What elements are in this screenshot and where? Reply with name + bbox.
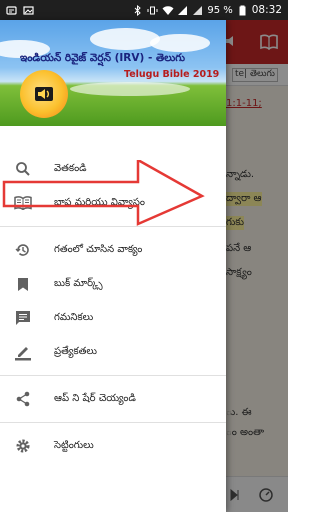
history-icon <box>14 241 32 259</box>
drawer-menu: వెతకండి భాష మరియు వివ్యాసం గతంలో చూసిన వ… <box>0 126 226 463</box>
vibrate-icon <box>147 5 158 16</box>
menu-item-label: భాష మరియు వివ్యాసం <box>54 197 145 208</box>
menu-item-label: ప్రత్యేకతలు <box>54 346 97 357</box>
signal-icon-2 <box>192 5 203 16</box>
book-icon <box>14 194 32 212</box>
drawer-title: ఇండియన్ రివైజ్ వెర్షన్ (IRV) - తెలుగు <box>20 52 185 64</box>
notification-icon <box>6 5 17 16</box>
signal-icon <box>177 5 188 16</box>
menu-item-label: వెతకండి <box>54 163 87 174</box>
share-icon <box>14 390 32 408</box>
bluetooth-icon <box>132 4 143 16</box>
menu-item-highlights[interactable]: ప్రత్యేకతలు <box>0 335 226 369</box>
bookmark-icon <box>14 275 32 293</box>
divider <box>0 375 226 376</box>
menu-item-history[interactable]: గతంలో చూసిన వాక్యం <box>0 233 226 267</box>
menu-item-label: ఆప్ ని షేర్ చెయ్యండి <box>54 393 136 404</box>
navigation-drawer: ఇండియన్ రివైజ్ వెర్షన్ (IRV) - తెలుగు Te… <box>0 20 226 512</box>
menu-item-share-app[interactable]: ఆప్ ని షేర్ చెయ్యండి <box>0 382 226 416</box>
drawer-subtitle: Telugu Bible 2019 <box>124 69 220 80</box>
highlight-icon <box>14 343 32 361</box>
notes-icon <box>14 309 32 327</box>
battery-icon <box>237 5 248 16</box>
app-logo-speaker-icon <box>20 70 68 118</box>
clock: 08:32 <box>251 4 282 16</box>
menu-item-label: బుక్ మార్క్స్ <box>54 278 103 289</box>
wifi-icon <box>162 5 174 16</box>
menu-item-label: సెట్టింగులు <box>54 440 94 451</box>
menu-item-language-version[interactable]: భాష మరియు వివ్యాసం <box>0 186 226 220</box>
divider <box>0 226 226 227</box>
menu-item-search[interactable]: వెతకండి <box>0 152 226 186</box>
menu-item-label: గమనికలు <box>54 312 94 323</box>
menu-item-bookmarks[interactable]: బుక్ మార్క్స్ <box>0 267 226 301</box>
settings-icon <box>14 437 32 455</box>
divider <box>0 422 226 423</box>
battery-percent: 95 % <box>207 4 233 16</box>
status-bar: 95 % 08:32 <box>0 0 288 20</box>
menu-item-notes[interactable]: గమనికలు <box>0 301 226 335</box>
image-notification-icon <box>23 5 34 16</box>
search-icon <box>14 160 32 178</box>
drawer-header: ఇండియన్ రివైజ్ వెర్షన్ (IRV) - తెలుగు Te… <box>0 20 226 126</box>
menu-item-label: గతంలో చూసిన వాక్యం <box>54 244 143 255</box>
menu-item-settings[interactable]: సెట్టింగులు <box>0 429 226 463</box>
